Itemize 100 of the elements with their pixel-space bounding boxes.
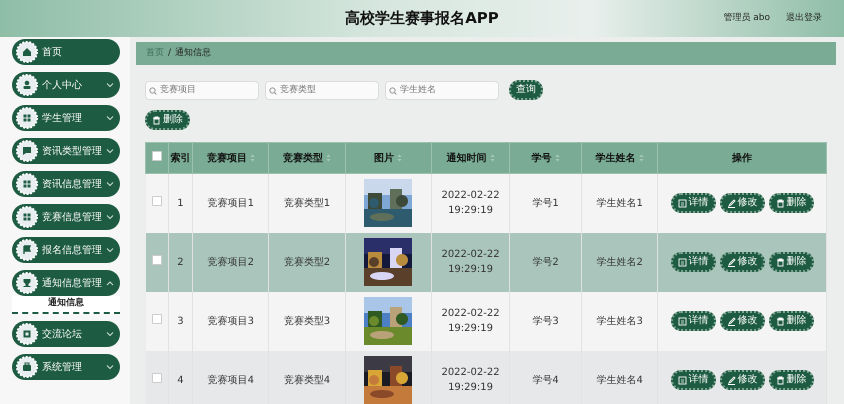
pencil-icon (726, 376, 736, 384)
details-button[interactable]: 详情 (670, 193, 716, 214)
column-label: 图片 (374, 152, 394, 164)
column-label: 操作 (732, 152, 752, 164)
user-label: 管理员 abo (723, 12, 770, 25)
sidebar-item[interactable]: 竞赛信息管理 (12, 204, 120, 230)
sort-icon (490, 154, 495, 162)
table-row[interactable]: 1 竞赛项目1 竞赛类型1 2022-02-22 19:29:19 学号1 学生姓名1 详情 修改 删除 (146, 174, 826, 232)
pencil-icon (726, 316, 736, 326)
table-row[interactable]: 3 竞赛项目3 竞赛类型3 2022-02-22 19:29:19 学号3 学生姓名3 详情 修改 删除 (146, 292, 826, 350)
sidebar-item[interactable]: 学生管理 (12, 105, 120, 131)
sort-icon (638, 154, 644, 162)
column-header-cell[interactable]: 学生姓名 (582, 142, 658, 174)
select-all-checkbox[interactable] (152, 150, 162, 160)
table-cell: 2 (177, 256, 184, 268)
edit-button[interactable]: 修改 (720, 193, 765, 214)
table-cell: 竞赛项目2 (208, 256, 254, 268)
sidebar-item[interactable]: 报名信息管理 (12, 237, 120, 263)
row-checkbox[interactable] (152, 314, 162, 324)
table-cell: 学号2 (532, 256, 559, 268)
sort-icon (326, 154, 331, 162)
sidebar-item[interactable]: 交流论坛 (12, 321, 120, 347)
grid-icon (16, 206, 38, 228)
flag-icon (16, 239, 38, 261)
table-cell: 竞赛类型2 (284, 256, 330, 268)
sort-icon (397, 154, 402, 162)
edit-button[interactable]: 修改 (720, 252, 765, 272)
sidebar-item[interactable]: 个人中心 (12, 72, 120, 98)
edit-button[interactable]: 修改 (720, 311, 765, 331)
chat-icon (16, 140, 38, 162)
app-title: 高校学生赛事报名APP (345, 8, 499, 30)
table-row[interactable]: 2 竞赛项目2 竞赛类型2 2022-02-22 19:29:19 学号2 学生姓名2 详情 修改 删除 (146, 232, 826, 292)
search-icon (149, 86, 157, 94)
delete-button[interactable]: 删除 (768, 252, 814, 272)
trash-icon (776, 198, 785, 208)
user-icon (16, 74, 38, 96)
search-icon (389, 86, 397, 94)
column-header-cell[interactable]: 通知时间 (431, 142, 510, 174)
column-header-cell[interactable]: 学号 (510, 142, 582, 174)
details-button[interactable]: 详情 (670, 370, 716, 390)
row-checkbox[interactable] (152, 196, 162, 206)
column-label: 竞赛类型 (282, 152, 323, 164)
search-field[interactable]: 学生姓名 (385, 80, 499, 100)
delete-button[interactable]: 删除 (768, 370, 814, 390)
column-label: 学生姓名 (596, 152, 636, 164)
trash-icon (776, 258, 785, 266)
column-label: 学号 (532, 152, 552, 164)
row-checkbox[interactable] (152, 254, 162, 264)
table-cell: 3 (177, 316, 184, 326)
home-icon (16, 41, 38, 63)
pencil-icon (726, 258, 736, 266)
table-cell: 学生姓名1 (596, 198, 643, 209)
trophy-icon (16, 272, 38, 294)
column-label: 索引 (170, 152, 190, 164)
delete-button[interactable]: 删除 (768, 193, 814, 214)
row-checkbox[interactable] (152, 372, 162, 382)
column-header-cell[interactable]: 竞赛项目 (192, 142, 269, 174)
details-button[interactable]: 详情 (670, 311, 716, 331)
search-icon (269, 86, 277, 94)
pencil-icon (726, 198, 736, 208)
document-icon (678, 316, 687, 326)
trash-icon (776, 376, 785, 384)
table-row[interactable]: 4 竞赛项目4 竞赛类型4 2022-02-22 19:29:19 学号4 学生姓名4 详情 修改 删除 (146, 350, 826, 404)
delete-button[interactable]: 删除 (145, 110, 190, 130)
table-cell: 学生姓名3 (596, 316, 643, 326)
details-button[interactable]: 详情 (670, 252, 716, 272)
sidebar-item[interactable]: 资讯信息管理 (12, 171, 120, 197)
table-cell: 学生姓名2 (596, 256, 643, 268)
grid-icon (16, 173, 38, 195)
edit-button[interactable]: 修改 (720, 370, 765, 390)
table-cell: 竞赛项目1 (208, 198, 254, 209)
sort-icon (250, 154, 255, 162)
table-cell: 学号1 (532, 198, 559, 209)
logout-link[interactable]: 退出登录 (786, 12, 822, 26)
sidebar-item[interactable]: 通知信息管理 (12, 270, 120, 296)
briefcase-icon (16, 356, 38, 378)
trash-icon (152, 116, 161, 124)
table-cell: 竞赛项目4 (208, 374, 254, 386)
sidebar-item[interactable]: 首页 (12, 39, 120, 65)
column-label: 通知时间 (446, 152, 487, 164)
search-field[interactable]: 竞赛项目 (145, 80, 259, 100)
table-cell: 竞赛类型3 (284, 316, 330, 326)
sidebar-item[interactable]: 系统管理 (12, 354, 120, 380)
table-cell: 学号4 (532, 374, 559, 386)
table-cell: 学生姓名4 (596, 374, 643, 386)
column-header-cell[interactable]: 竞赛类型 (268, 142, 346, 174)
column-header-cell[interactable]: 图片 (345, 142, 432, 174)
table-cell: 2022-02-22 19:29:19 (441, 308, 500, 334)
column-label: 竞赛项目 (206, 152, 247, 164)
table-cell: 2022-02-22 19:29:19 (441, 367, 500, 393)
search-button[interactable]: 查询 (509, 80, 543, 100)
delete-button[interactable]: 删除 (768, 311, 814, 331)
table-cell: 竞赛类型1 (284, 198, 330, 209)
document-icon (678, 258, 687, 266)
table-cell: 1 (177, 198, 184, 209)
submenu-item[interactable]: 通知信息 (12, 296, 120, 314)
table-cell: 学号3 (532, 316, 559, 326)
search-field[interactable]: 竞赛类型 (265, 80, 379, 100)
table-cell: 竞赛类型4 (284, 374, 330, 386)
sidebar-item[interactable]: 资讯类型管理 (12, 138, 120, 164)
